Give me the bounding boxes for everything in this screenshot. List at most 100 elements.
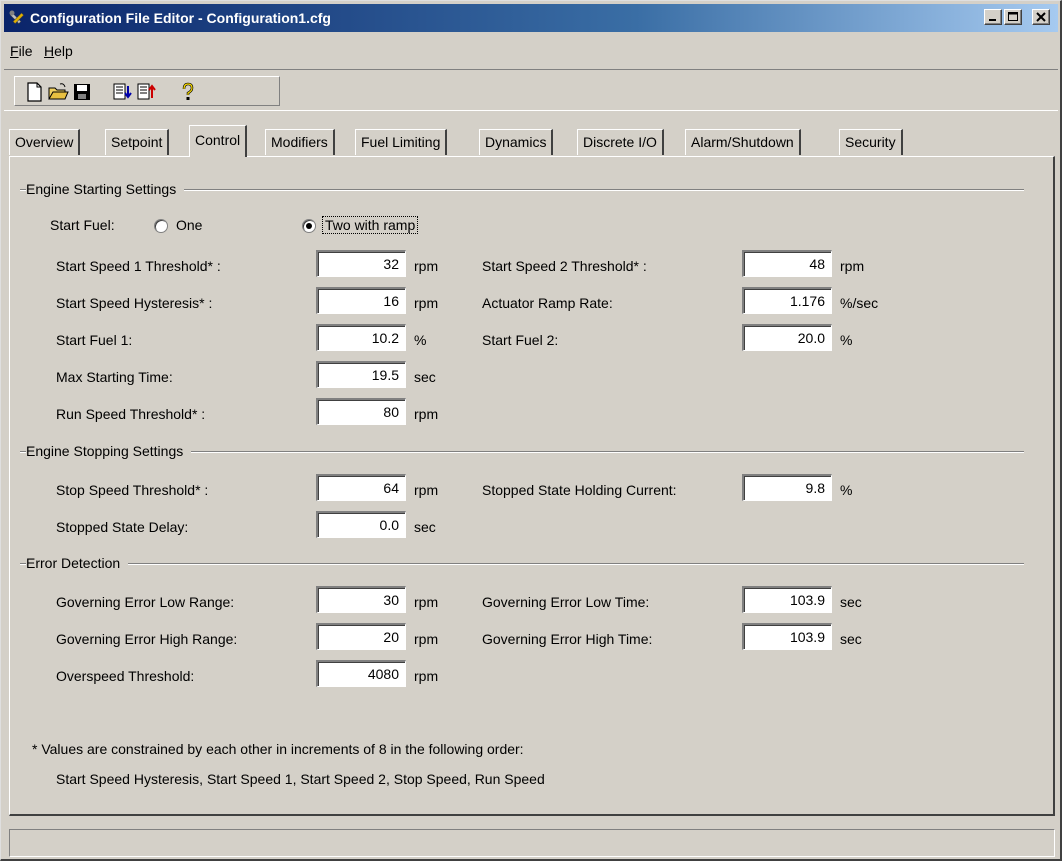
- menu-file-rest: ile: [18, 43, 33, 59]
- start-fuel-two-label[interactable]: Two with ramp: [322, 216, 419, 234]
- menu-help-rest: elp: [54, 43, 73, 59]
- overspeed-input[interactable]: 4080: [316, 660, 406, 687]
- tab-control[interactable]: Control: [189, 125, 248, 157]
- start-hysteresis-label: Start Speed Hysteresis* :: [56, 295, 213, 311]
- stopping-section-title: Engine Stopping Settings: [26, 443, 192, 459]
- constraint-order: Start Speed Hysteresis, Start Speed 1, S…: [56, 771, 545, 787]
- menu-help[interactable]: Help: [44, 43, 73, 59]
- start-speed1-label: Start Speed 1 Threshold* :: [56, 258, 221, 274]
- control-panel: Engine Starting Settings Start Fuel: One…: [9, 156, 1055, 816]
- start-speed1-unit: rpm: [414, 258, 439, 274]
- tab-overview[interactable]: Overview: [9, 129, 81, 155]
- window-title: Configuration File Editor - Configuratio…: [30, 10, 331, 26]
- tools-icon: [8, 9, 26, 27]
- start-fuel-one-radio[interactable]: [154, 219, 168, 233]
- start-speed2-label: Start Speed 2 Threshold* :: [482, 258, 647, 274]
- low-time-input[interactable]: 103.9: [742, 586, 832, 613]
- download-config-icon: [113, 83, 132, 100]
- upload-config-button[interactable]: [135, 81, 157, 103]
- run-speed-input[interactable]: 80: [316, 398, 406, 425]
- tab-discrete-io[interactable]: Discrete I/O: [577, 129, 664, 155]
- start-hysteresis-unit: rpm: [414, 295, 439, 311]
- tab-alarm-shutdown[interactable]: Alarm/Shutdown: [685, 129, 801, 155]
- start-fuel-label: Start Fuel:: [50, 217, 115, 233]
- tab-dynamics[interactable]: Dynamics: [479, 129, 554, 155]
- menu-file-key: F: [10, 43, 19, 59]
- download-config-button[interactable]: [111, 81, 133, 103]
- max-starting-time-input[interactable]: 19.5: [316, 361, 406, 388]
- holding-current-label: Stopped State Holding Current:: [482, 482, 677, 498]
- radio-selected-dot: [306, 223, 312, 229]
- run-speed-label: Run Speed Threshold* :: [56, 406, 206, 422]
- menu-file[interactable]: File: [10, 43, 33, 59]
- start-fuel1-unit: %: [414, 332, 427, 348]
- start-speed2-unit: rpm: [840, 258, 865, 274]
- start-fuel-two-radio[interactable]: [302, 219, 316, 233]
- high-time-unit: sec: [840, 631, 862, 647]
- save-icon: [74, 84, 90, 100]
- start-fuel2-unit: %: [840, 332, 853, 348]
- start-fuel1-input[interactable]: 10.2: [316, 324, 406, 351]
- tab-fuel-limiting[interactable]: Fuel Limiting: [355, 129, 448, 155]
- low-range-label: Governing Error Low Range:: [56, 594, 235, 610]
- status-bar: [9, 829, 1055, 857]
- high-range-unit: rpm: [414, 631, 439, 647]
- maximize-button[interactable]: [1004, 9, 1022, 25]
- maximize-icon: [1008, 12, 1018, 21]
- stopped-delay-unit: sec: [414, 519, 436, 535]
- high-range-label: Governing Error High Range:: [56, 631, 238, 647]
- tab-strip: Overview Setpoint Control Modifiers Fuel…: [9, 125, 1059, 157]
- close-button[interactable]: [1032, 9, 1050, 25]
- ramp-rate-label: Actuator Ramp Rate:: [482, 295, 613, 311]
- high-time-input[interactable]: 103.9: [742, 623, 832, 650]
- high-time-label: Governing Error High Time:: [482, 631, 653, 647]
- minimize-icon: [989, 19, 996, 21]
- title-bar[interactable]: Configuration File Editor - Configuratio…: [4, 4, 1058, 32]
- open-button[interactable]: [47, 81, 69, 103]
- new-file-icon: [27, 82, 42, 102]
- menu-bar: File Help: [4, 37, 1058, 65]
- toolbar-group: [14, 76, 280, 106]
- max-starting-time-unit: sec: [414, 369, 436, 385]
- overspeed-unit: rpm: [414, 668, 439, 684]
- run-speed-unit: rpm: [414, 406, 439, 422]
- upload-config-icon: [137, 83, 156, 100]
- start-fuel1-label: Start Fuel 1:: [56, 332, 133, 348]
- tab-security[interactable]: Security: [839, 129, 903, 155]
- start-speed1-input[interactable]: 32: [316, 250, 406, 277]
- overspeed-label: Overspeed Threshold:: [56, 668, 195, 684]
- start-fuel2-label: Start Fuel 2:: [482, 332, 559, 348]
- error-section-title: Error Detection: [26, 555, 129, 571]
- ramp-rate-unit: %/sec: [840, 295, 879, 311]
- low-range-input[interactable]: 30: [316, 586, 406, 613]
- start-fuel2-input[interactable]: 20.0: [742, 324, 832, 351]
- ramp-rate-input[interactable]: 1.176: [742, 287, 832, 314]
- tab-modifiers[interactable]: Modifiers: [265, 129, 335, 155]
- starting-section-title: Engine Starting Settings: [26, 181, 185, 197]
- holding-current-unit: %: [840, 482, 853, 498]
- start-fuel-one-label[interactable]: One: [176, 217, 202, 233]
- stop-speed-input[interactable]: 64: [316, 474, 406, 501]
- open-folder-icon: [48, 83, 69, 100]
- stop-speed-unit: rpm: [414, 482, 439, 498]
- low-range-unit: rpm: [414, 594, 439, 610]
- low-time-unit: sec: [840, 594, 862, 610]
- stopped-delay-label: Stopped State Delay:: [56, 519, 189, 535]
- toolbar: [4, 69, 1058, 111]
- constraint-note: * Values are constrained by each other i…: [32, 741, 524, 757]
- help-icon: [182, 82, 194, 100]
- error-divider: [20, 563, 1024, 565]
- new-file-button[interactable]: [23, 81, 45, 103]
- stopped-delay-input[interactable]: 0.0: [316, 511, 406, 538]
- low-time-label: Governing Error Low Time:: [482, 594, 650, 610]
- start-hysteresis-input[interactable]: 16: [316, 287, 406, 314]
- minimize-button[interactable]: [984, 9, 1002, 25]
- start-speed2-input[interactable]: 48: [742, 250, 832, 277]
- holding-current-input[interactable]: 9.8: [742, 474, 832, 501]
- high-range-input[interactable]: 20: [316, 623, 406, 650]
- main-window: Configuration File Editor - Configuratio…: [0, 0, 1062, 861]
- menu-help-key: H: [44, 43, 55, 59]
- save-button[interactable]: [71, 81, 93, 103]
- tab-setpoint[interactable]: Setpoint: [105, 129, 170, 155]
- help-button[interactable]: [177, 81, 199, 103]
